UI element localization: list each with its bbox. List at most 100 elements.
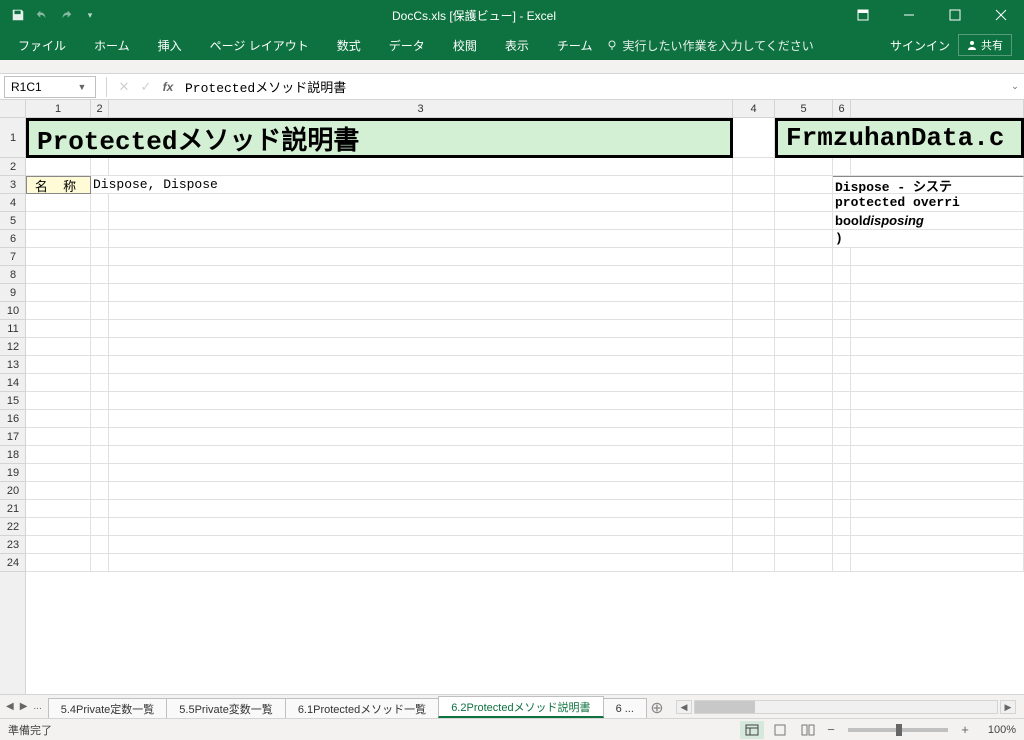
tab-team[interactable]: チーム	[543, 31, 607, 60]
cell[interactable]	[26, 410, 91, 428]
cell[interactable]	[91, 302, 109, 320]
cell[interactable]	[91, 428, 109, 446]
name-label-cell[interactable]: 名 称	[26, 176, 91, 194]
cell[interactable]	[833, 284, 851, 302]
cell[interactable]	[775, 536, 833, 554]
cell[interactable]	[109, 446, 733, 464]
cell[interactable]	[851, 320, 1024, 338]
hscroll-track[interactable]	[694, 700, 998, 714]
cell[interactable]	[109, 284, 733, 302]
row-header[interactable]: 5	[0, 212, 26, 230]
cell[interactable]	[833, 446, 851, 464]
hscroll-thumb[interactable]	[695, 701, 755, 713]
cell[interactable]	[733, 248, 775, 266]
cell[interactable]	[109, 212, 733, 230]
cell[interactable]	[26, 302, 91, 320]
cell[interactable]	[775, 266, 833, 284]
cell[interactable]	[109, 302, 733, 320]
cell[interactable]	[109, 338, 733, 356]
cell[interactable]	[109, 392, 733, 410]
cell[interactable]	[733, 212, 775, 230]
cell[interactable]	[91, 284, 109, 302]
cells-area[interactable]: Protectedメソッド説明書FrmzuhanData.c名 称Dispose…	[26, 118, 1024, 694]
method-name-cell[interactable]: Dispose, Dispose	[91, 176, 733, 194]
cell[interactable]	[91, 410, 109, 428]
tab-home[interactable]: ホーム	[80, 31, 144, 60]
cell[interactable]	[775, 500, 833, 518]
cell[interactable]	[26, 518, 91, 536]
tab-page-layout[interactable]: ページ レイアウト	[196, 31, 323, 60]
document-title-cell[interactable]: Protectedメソッド説明書	[26, 118, 733, 158]
cell[interactable]	[109, 194, 733, 212]
cell[interactable]	[775, 482, 833, 500]
name-box[interactable]: R1C1 ▼	[4, 76, 96, 98]
cell[interactable]	[733, 338, 775, 356]
row-header[interactable]: 3	[0, 176, 26, 194]
cell[interactable]	[851, 392, 1024, 410]
cell[interactable]	[109, 410, 733, 428]
cell[interactable]	[26, 356, 91, 374]
cell[interactable]	[733, 446, 775, 464]
scroll-left-icon[interactable]: ◀	[676, 700, 692, 714]
cell[interactable]	[26, 446, 91, 464]
cell[interactable]	[109, 266, 733, 284]
cell[interactable]	[26, 248, 91, 266]
cell[interactable]	[775, 320, 833, 338]
new-sheet-icon[interactable]: ⊕	[646, 698, 668, 718]
cell[interactable]	[26, 428, 91, 446]
cell[interactable]	[91, 500, 109, 518]
cell[interactable]	[775, 410, 833, 428]
col-header[interactable]	[851, 100, 1024, 117]
cell[interactable]	[775, 248, 833, 266]
cell[interactable]	[733, 428, 775, 446]
row-header[interactable]: 16	[0, 410, 26, 428]
cell[interactable]	[26, 500, 91, 518]
cell[interactable]	[733, 230, 775, 248]
row-header[interactable]: 14	[0, 374, 26, 392]
tab-file[interactable]: ファイル	[4, 31, 80, 60]
cell[interactable]	[851, 158, 1024, 176]
cell[interactable]	[109, 374, 733, 392]
cell[interactable]	[733, 482, 775, 500]
cell[interactable]	[109, 464, 733, 482]
cell[interactable]	[775, 554, 833, 572]
col-header[interactable]: 2	[91, 100, 109, 117]
cell[interactable]	[851, 536, 1024, 554]
cell[interactable]	[833, 482, 851, 500]
cell[interactable]	[109, 230, 733, 248]
cell[interactable]	[775, 428, 833, 446]
cell[interactable]	[26, 374, 91, 392]
cell[interactable]	[91, 320, 109, 338]
cell[interactable]	[833, 266, 851, 284]
cell[interactable]	[91, 194, 109, 212]
col-header[interactable]: 1	[26, 100, 91, 117]
row-header[interactable]: 19	[0, 464, 26, 482]
sheet-tab-active[interactable]: 6.2Protectedメソッド説明書	[438, 696, 603, 718]
cell[interactable]	[833, 338, 851, 356]
cell[interactable]	[775, 158, 833, 176]
zoom-slider[interactable]	[848, 728, 948, 732]
row-header[interactable]: 24	[0, 554, 26, 572]
cell[interactable]	[26, 320, 91, 338]
cell[interactable]	[26, 464, 91, 482]
sheet-nav-next-icon[interactable]: ▶	[20, 701, 28, 712]
row-header[interactable]: 7	[0, 248, 26, 266]
cell[interactable]	[109, 536, 733, 554]
cell[interactable]	[733, 320, 775, 338]
cell[interactable]	[26, 284, 91, 302]
cell[interactable]	[91, 392, 109, 410]
cell[interactable]	[26, 158, 91, 176]
row-header[interactable]: 21	[0, 500, 26, 518]
enter-formula-icon[interactable]: ✓	[135, 79, 157, 95]
code-cell[interactable]: )	[833, 230, 1024, 248]
cell[interactable]	[775, 176, 833, 194]
redo-icon[interactable]	[56, 5, 76, 25]
cell[interactable]	[775, 284, 833, 302]
cell[interactable]	[91, 248, 109, 266]
cell[interactable]	[775, 374, 833, 392]
zoom-thumb[interactable]	[896, 724, 902, 736]
cancel-formula-icon[interactable]: ✕	[113, 79, 135, 95]
cell[interactable]	[833, 428, 851, 446]
cell[interactable]	[833, 410, 851, 428]
row-header[interactable]: 22	[0, 518, 26, 536]
